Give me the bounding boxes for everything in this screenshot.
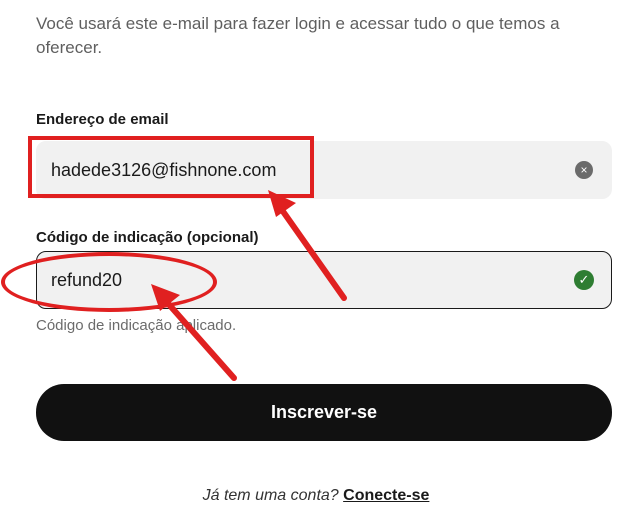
login-row: Já tem uma conta? Conecte-se (0, 487, 632, 505)
annotation-arrow-referral (162, 297, 237, 381)
referral-field-container: ✓ (36, 251, 612, 309)
login-link[interactable]: Conecte-se (343, 487, 429, 504)
email-input[interactable] (37, 142, 575, 198)
clear-icon[interactable]: × (575, 161, 593, 179)
check-icon: ✓ (574, 270, 594, 290)
referral-helper-text: Código de indicação aplicado. (36, 317, 237, 334)
referral-input[interactable] (37, 252, 574, 308)
signup-button[interactable]: Inscrever-se (36, 384, 612, 441)
login-prompt: Já tem uma conta? (202, 487, 339, 504)
email-label: Endereço de email (36, 111, 169, 128)
referral-label: Código de indicação (opcional) (36, 229, 259, 246)
intro-text: Você usará este e-mail para fazer login … (36, 14, 560, 57)
email-field-container: × (36, 141, 612, 199)
